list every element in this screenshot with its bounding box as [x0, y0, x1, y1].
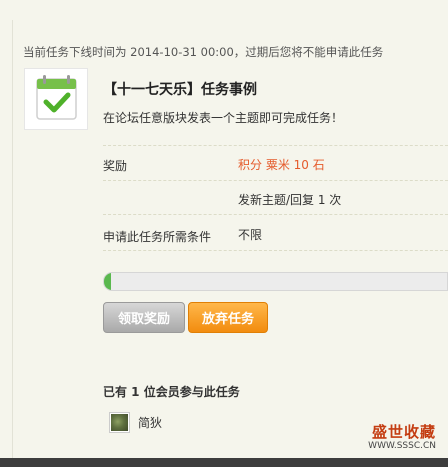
task-progress-fill: [104, 273, 111, 290]
watermark-url: WWW.SSSC.CN: [368, 441, 436, 451]
task-progress-bar: [103, 272, 448, 291]
member-name[interactable]: 简狄: [138, 414, 162, 431]
condition-label: 申请此任务所需条件: [103, 230, 212, 244]
divider: [103, 180, 448, 181]
task-deadline: 当前任务下线时间为 2014-10-31 00:00，过期后您将不能申请此任务: [23, 45, 384, 59]
footer-bar: [0, 458, 448, 467]
task-requirement: 发新主题/回复 1 次: [238, 193, 342, 207]
divider: [103, 214, 448, 215]
condition-value: 不限: [238, 228, 263, 242]
task-description: 在论坛任意版块发表一个主题即可完成任务！: [103, 111, 344, 125]
task-title: 【十一七天乐】任务事例: [103, 82, 257, 98]
reward-label: 奖励: [103, 159, 128, 173]
divider: [103, 250, 448, 251]
abandon-task-button[interactable]: 放弃任务: [188, 302, 268, 333]
watermark-text: 盛世收藏: [371, 423, 436, 441]
member-item[interactable]: 简狄: [109, 411, 162, 433]
avatar[interactable]: [109, 411, 130, 433]
divider: [103, 145, 448, 146]
calendar-check-icon: [24, 68, 88, 130]
site-watermark: 盛世收藏 WWW.SSSC.CN: [356, 423, 436, 457]
claim-reward-button[interactable]: 领取奖励: [103, 302, 185, 333]
reward-value: 积分 粟米 10 石: [238, 158, 325, 172]
participants-summary: 已有 1 位会员参与此任务: [103, 385, 240, 399]
